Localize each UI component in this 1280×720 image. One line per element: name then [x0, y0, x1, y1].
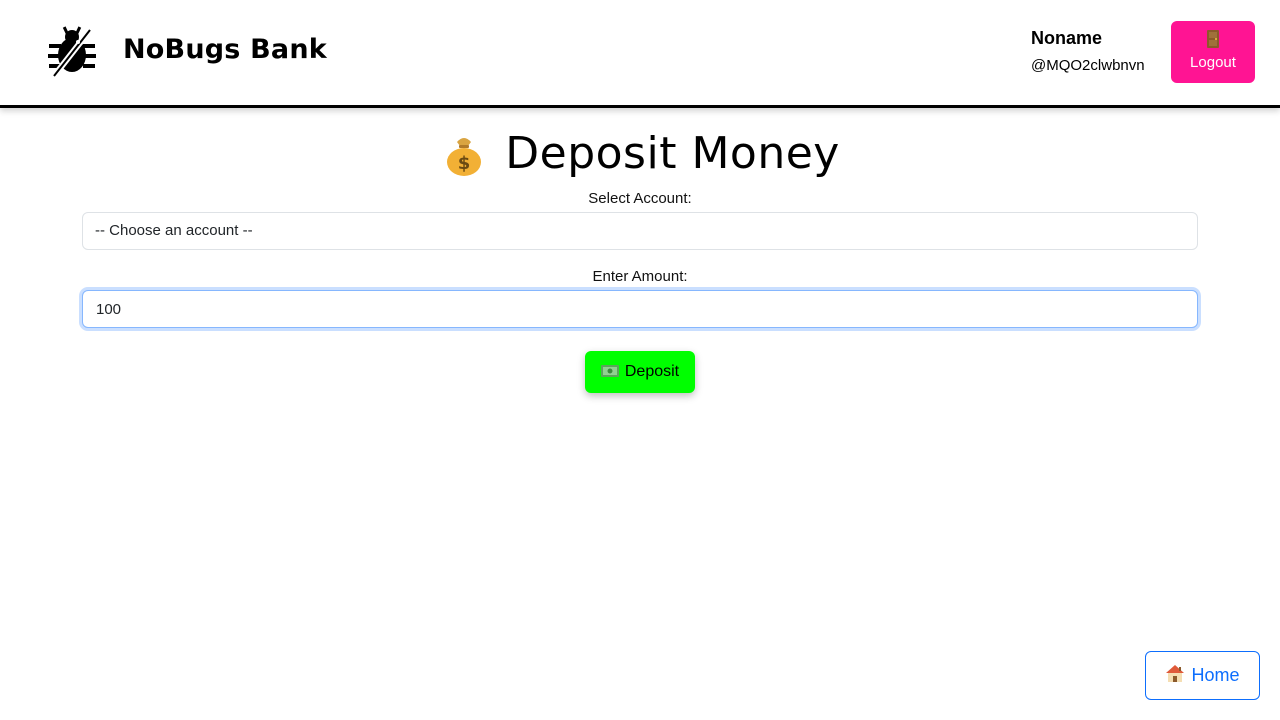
top-bar: NoBugs Bank Noname @MQO2clwbnvn Logout [0, 0, 1280, 108]
home-button[interactable]: Home [1145, 651, 1260, 700]
page-title: Deposit Money [505, 128, 840, 179]
amount-label: Enter Amount: [592, 268, 688, 285]
no-bug-icon[interactable] [46, 26, 98, 78]
logout-button[interactable]: Logout [1171, 21, 1255, 83]
logout-label: Logout [1190, 54, 1236, 71]
money-bag-icon: $ [447, 137, 482, 176]
account-label: Select Account: [588, 190, 692, 207]
house-icon [1166, 665, 1185, 682]
cash-icon [600, 365, 619, 377]
user-handle: @MQO2clwbnvn [1031, 57, 1145, 74]
account-select[interactable]: -- Choose an account -- [82, 212, 1198, 250]
home-label: Home [1191, 665, 1240, 685]
user-name: Noname [1031, 28, 1103, 48]
deposit-button[interactable]: Deposit [585, 351, 695, 393]
page-title-row: $ Deposit Money [0, 128, 1280, 179]
amount-input[interactable] [82, 290, 1198, 328]
brand-name: NoBugs Bank [123, 34, 327, 65]
deposit-label: Deposit [624, 363, 680, 380]
svg-text:$: $ [458, 153, 471, 174]
door-icon [1207, 30, 1219, 48]
